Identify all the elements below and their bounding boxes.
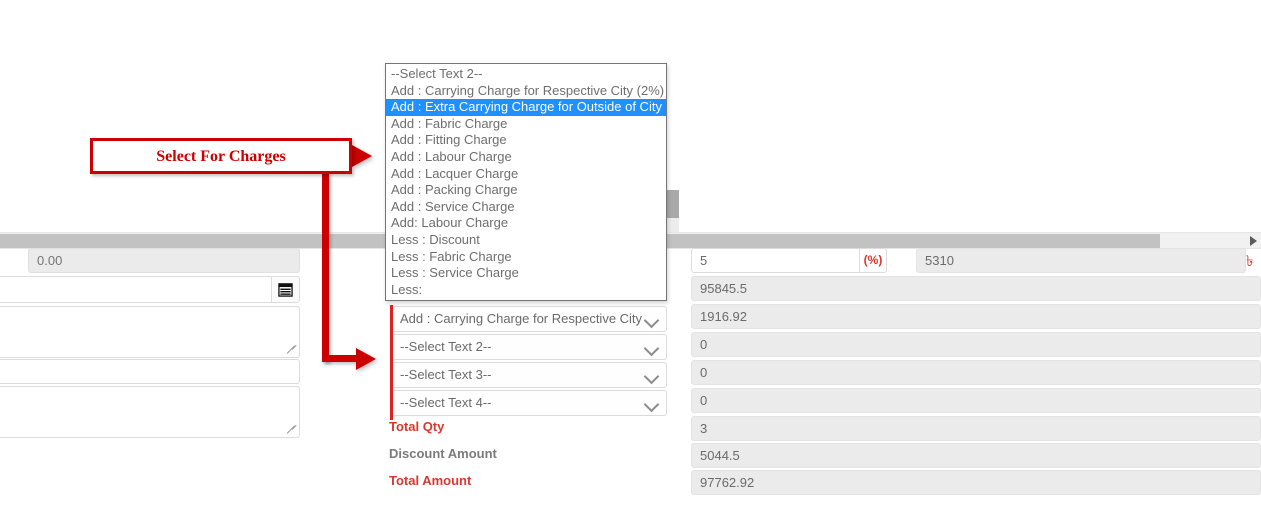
annotation-vertical-line	[322, 172, 329, 362]
chevron-down-icon	[643, 340, 660, 357]
dropdown-option[interactable]: --Select Text 2--	[386, 66, 666, 83]
total-qty-label: Total Qty	[389, 419, 445, 434]
date-field-group	[0, 276, 300, 303]
triangle-right-icon[interactable]	[1250, 236, 1257, 246]
dropdown-option[interactable]: Add : Labour Charge	[386, 149, 666, 166]
chevron-down-icon	[643, 312, 660, 329]
charge-select-1-value: Add : Carrying Charge for Respective Cit…	[400, 311, 643, 326]
calendar-picker-button[interactable]	[271, 276, 300, 303]
charge-1-amount-field[interactable]	[691, 304, 1261, 329]
dropdown-option[interactable]: Add: Labour Charge	[386, 215, 666, 232]
charge-4-amount-field[interactable]	[691, 388, 1261, 413]
discount-amount-label: Discount Amount	[389, 446, 497, 461]
charge-3-amount-field[interactable]	[691, 360, 1261, 385]
date-input[interactable]	[0, 276, 272, 303]
note-textarea-1[interactable]	[0, 306, 300, 358]
charge-dropdown-listbox[interactable]: --Select Text 2-- Add : Carrying Charge …	[385, 63, 667, 301]
total-qty-field[interactable]	[691, 416, 1261, 441]
dropdown-option[interactable]: Less : Fabric Charge	[386, 249, 666, 266]
charge-2-amount-field[interactable]	[691, 332, 1261, 357]
charge-select-4-value: --Select Text 4--	[400, 395, 492, 410]
charge-select-3[interactable]: --Select Text 3--	[391, 362, 667, 388]
charge-select-4[interactable]: --Select Text 4--	[391, 390, 667, 416]
dropdown-option[interactable]: Add : Fitting Charge	[386, 132, 666, 149]
dropdown-option[interactable]: Less : Service Charge	[386, 265, 666, 282]
percent-input-group: (%)	[691, 248, 887, 273]
annotation-red-marker	[390, 305, 393, 420]
total-amount-label: Total Amount	[389, 473, 472, 488]
calendar-icon	[278, 283, 293, 297]
dropdown-option[interactable]: Less:	[386, 282, 666, 299]
discount-amount-field[interactable]	[691, 443, 1261, 468]
total-amount-field[interactable]	[691, 470, 1261, 495]
annotation-horizontal-line	[322, 355, 360, 362]
annotation-callout-box: Select For Charges	[90, 138, 352, 174]
chevron-down-icon	[643, 396, 660, 413]
note-textarea-2[interactable]	[0, 386, 300, 438]
charge-select-3-value: --Select Text 3--	[400, 367, 492, 382]
percent-amount-field[interactable]	[916, 248, 1246, 273]
sub-total-field[interactable]	[691, 276, 1261, 301]
charge-select-2-value: --Select Text 2--	[400, 339, 492, 354]
dropdown-option-selected[interactable]: Add : Extra Carrying Charge for Outside …	[386, 99, 666, 116]
chevron-down-icon	[643, 368, 660, 385]
dropdown-option[interactable]: Add : Fabric Charge	[386, 116, 666, 133]
dropdown-option[interactable]: Add : Carrying Charge for Respective Cit…	[386, 83, 666, 100]
dropdown-option[interactable]: Add : Service Charge	[386, 199, 666, 216]
charge-select-1[interactable]: Add : Carrying Charge for Respective Cit…	[391, 306, 667, 332]
annotation-arrow-to-select	[356, 348, 376, 370]
amount-input[interactable]	[28, 248, 300, 273]
narration-input[interactable]	[0, 359, 300, 384]
annotation-arrow-to-dropdown	[352, 145, 372, 167]
currency-taka-icon: ৳	[1246, 252, 1254, 270]
dropdown-option[interactable]: Add : Packing Charge	[386, 182, 666, 199]
percent-input[interactable]	[691, 248, 859, 273]
charge-select-2[interactable]: --Select Text 2--	[391, 334, 667, 360]
percent-addon-label: (%)	[859, 248, 887, 273]
dropdown-option[interactable]: Add : Lacquer Charge	[386, 166, 666, 183]
dropdown-option[interactable]: Less : Discount	[386, 232, 666, 249]
